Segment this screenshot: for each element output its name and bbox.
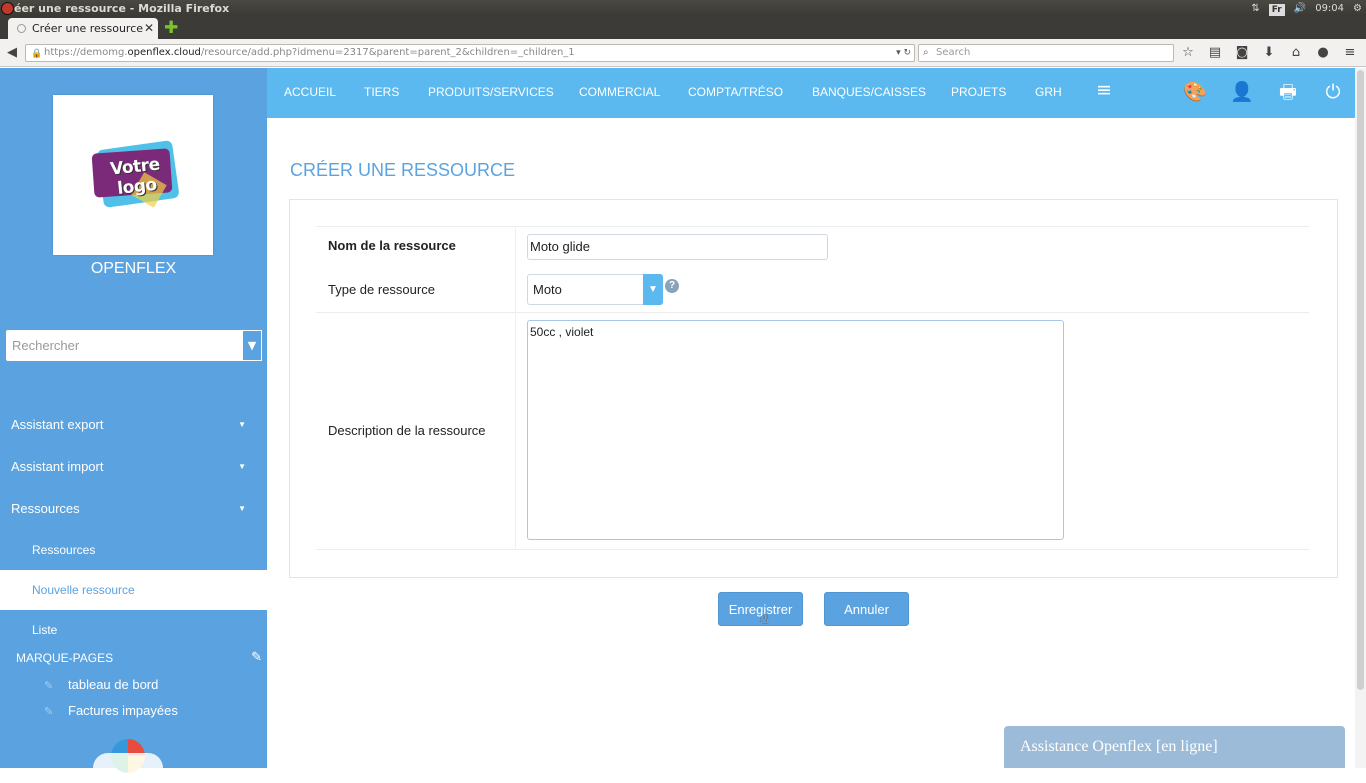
clock[interactable]: 09:04 [1315,0,1344,17]
url-domain: openflex.cloud [127,47,201,58]
resource-name-label: Nom de la ressource [328,238,456,253]
menu-group-assistant-export[interactable]: Assistant export ▼ [0,408,267,442]
sidebar-item-liste[interactable]: Liste [0,610,267,650]
browser-tab[interactable]: Créer une ressource ✕ [8,18,158,39]
browser-toolbar-icons: ☆ ▤ ◙ ⬇ ⌂ ● ≡ [1180,44,1358,62]
nav-item-accueil[interactable]: ACCUEIL [284,68,336,116]
bookmark-edit-icon[interactable]: ✎ [251,649,262,665]
window-title: éer une ressource - Mozilla Firefox [14,2,230,15]
page-title: CRÉER UNE RESSOURCE [290,160,516,180]
hand-cursor-icon: ☝ [760,611,769,627]
browser-toolbar: ◀ 🔒 https://demomg.openflex.cloud/resour… [0,39,1366,67]
caret-down-icon: ▼ [238,462,246,471]
nav-item-commercial[interactable]: COMMERCIAL [579,68,660,116]
star-icon[interactable]: ☆ [1180,44,1196,62]
sidebar-item-nouvelle-ressource[interactable]: Nouvelle ressource [0,570,267,610]
main-navigation-bar: ACCUEIL TIERS PRODUITS/SERVICES COMMERCI… [267,68,1355,118]
help-question-icon[interactable]: ? [665,279,679,293]
scrollbar-thumb[interactable] [1357,70,1364,690]
chevron-down-icon[interactable]: ▼ [643,274,663,305]
chat-icon[interactable]: ● [1315,44,1331,62]
menu-group-label: Assistant export [11,417,104,432]
url-prefix: https://demomg. [44,47,128,58]
keyboard-layout-indicator[interactable]: Fr [1268,3,1285,16]
divider [316,226,1309,227]
company-name: OPENFLEX [90,260,177,277]
reading-list-icon[interactable]: ▤ [1207,44,1223,62]
download-icon[interactable]: ⬇ [1261,44,1277,62]
tab-close-icon[interactable]: ✕ [144,18,154,39]
tab-favicon-icon [17,24,26,33]
menu-group-assistant-import[interactable]: Assistant import ▼ [0,450,267,484]
theme-palette-icon[interactable]: 🎨 [1183,80,1207,104]
hamburger-menu-icon[interactable]: ≡ [1092,78,1116,102]
nav-item-projets[interactable]: PROJETS [951,68,1006,116]
network-icon[interactable]: ⇅ [1251,0,1259,17]
bookmark-icon: ✎ [44,706,54,718]
caret-down-icon: ▼ [238,420,246,429]
cancel-button[interactable]: Annuler [824,592,909,626]
back-arrow-icon[interactable]: ◀ [7,45,17,60]
bookmark-item[interactable]: ✎ tableau de bord [44,677,158,692]
bookmark-item[interactable]: ✎ Factures impayées [44,703,178,718]
system-tray: ⇅ Fr 🔊 09:04 ⚙ [1251,0,1362,17]
resource-description-textarea[interactable]: 50cc , violet [527,320,1064,540]
logo-graphic: Votre logo [88,139,180,209]
sidebar-search-input[interactable]: Rechercher ▼ [6,330,262,361]
bookmark-label: tableau de bord [68,677,159,692]
divider [316,312,1309,313]
browser-search-input[interactable]: ⌕ Search [918,44,1174,62]
support-chat-widget[interactable]: Assistance Openflex [en ligne] [1004,726,1345,768]
new-tab-plus-icon[interactable]: ✚ [164,18,178,38]
url-bar[interactable]: 🔒 https://demomg.openflex.cloud/resource… [25,44,915,62]
bookmarks-title: MARQUE-PAGES [16,651,114,665]
divider [316,549,1309,550]
bookmarks-header: MARQUE-PAGES ✎ [16,649,262,665]
bookmark-icon: ✎ [44,680,54,692]
company-logo[interactable]: Votre logo [53,95,213,255]
power-icon[interactable]: ⏻ [1321,80,1345,104]
resource-description-label: Description de la ressource [328,423,486,438]
volume-icon[interactable]: 🔊 [1294,0,1306,17]
lock-icon: 🔒 [31,49,43,59]
pocket-icon[interactable]: ◙ [1234,44,1250,62]
nav-item-grh[interactable]: GRH [1035,68,1062,116]
settings-gear-icon[interactable]: ⚙ [1353,0,1362,17]
bookmark-label: Factures impayées [68,703,178,718]
home-icon[interactable]: ⌂ [1288,44,1304,62]
caret-down-icon: ▼ [238,504,246,513]
sidebar-item-ressources[interactable]: Ressources [0,530,267,570]
menu-group-label: Ressources [11,501,80,516]
browser-tab-bar: Créer une ressource ✕ ✚ [0,17,1366,39]
nav-item-produits-services[interactable]: PRODUITS/SERVICES [428,68,554,116]
chevron-down-icon[interactable]: ▼ [242,330,262,361]
url-path: /resource/add.php?idmenu=2317&parent=par… [200,47,575,58]
nav-item-tiers[interactable]: TIERS [364,68,399,116]
menu-group-label: Assistant import [11,459,104,474]
print-icon[interactable]: 🖶 [1276,80,1300,104]
sidebar-search-placeholder: Rechercher [12,338,80,353]
menu-icon[interactable]: ≡ [1342,44,1358,62]
resource-type-value: Moto [533,282,562,297]
resource-type-select[interactable]: Moto ▼ [527,274,663,305]
user-icon[interactable]: 👤 [1230,80,1254,104]
sidebar: Votre logo OPENFLEX Rechercher ▼ Assista… [0,68,267,783]
search-icon: ⌕ [923,47,929,58]
resource-name-input[interactable]: Moto glide [527,234,828,260]
nav-item-compta-treso[interactable]: COMPTA/TRÉSO [688,68,783,116]
resource-type-label: Type de ressource [328,282,435,297]
cloud-logo-icon [93,739,163,783]
divider [515,226,516,549]
page-scrollbar[interactable] [1355,68,1366,768]
reload-icon[interactable]: ▾ ↻ [896,45,911,61]
os-title-bar: éer une ressource - Mozilla Firefox ⇅ Fr… [0,0,1366,17]
browser-search-placeholder: Search [936,47,971,58]
menu-group-ressources[interactable]: Ressources ▼ [0,492,267,526]
tab-title: Créer une ressource [32,22,144,35]
nav-item-banques-caisses[interactable]: BANQUES/CAISSES [812,68,926,116]
